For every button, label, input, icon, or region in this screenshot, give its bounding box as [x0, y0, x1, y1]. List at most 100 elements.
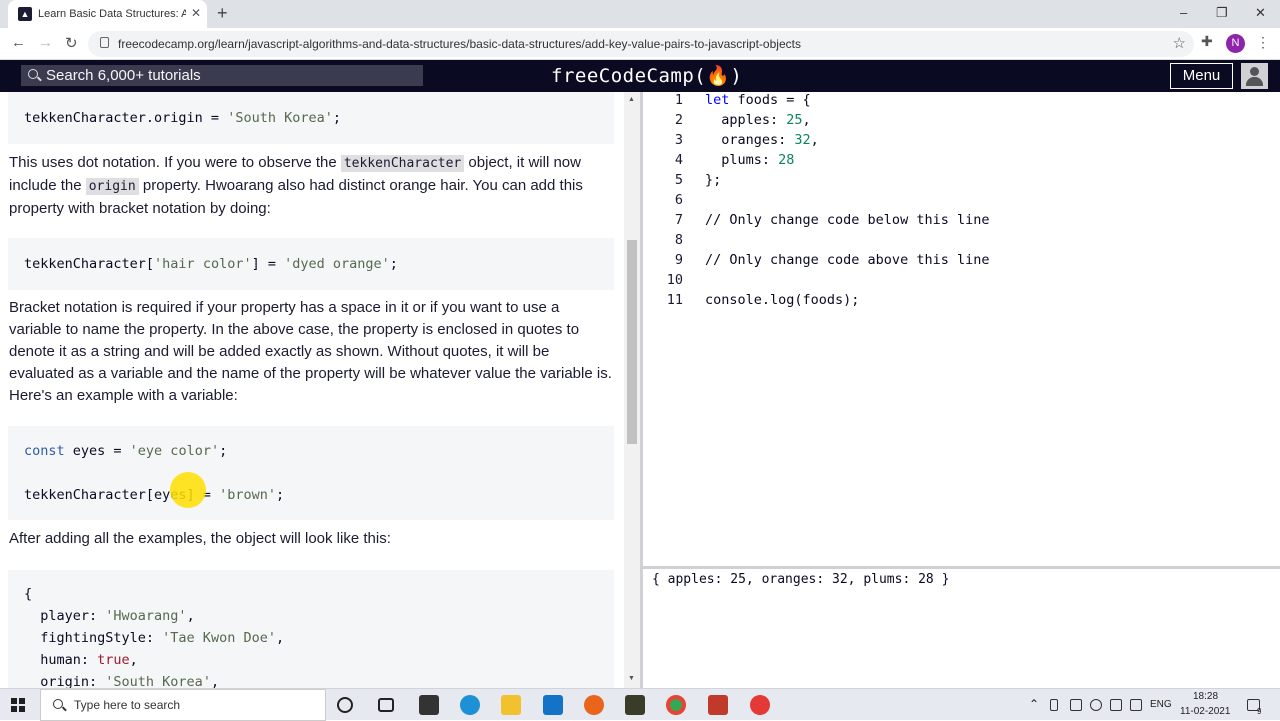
line-code[interactable]: apples: 25,	[705, 112, 810, 128]
code-line: tekkenCharacter.origin = 'South Korea';	[24, 110, 342, 126]
freecodecamp-favicon-icon: ▲	[18, 7, 32, 21]
volume-icon[interactable]	[1110, 699, 1122, 711]
profile-body-shape	[1246, 77, 1263, 86]
bookmark-star-icon[interactable]: ☆	[1173, 34, 1186, 52]
lesson-description-pane: tekkenCharacter.origin = 'South Korea'; …	[0, 92, 624, 688]
firefox-icon[interactable]	[584, 695, 604, 715]
windows-start-icon[interactable]	[11, 698, 25, 712]
line-number: 10	[666, 272, 683, 288]
back-arrow-icon[interactable]: ←	[11, 34, 26, 51]
windows-taskbar: Type here to search ⌃ ENG 18:28 11-02-20…	[0, 688, 1280, 721]
sticky-app-icon[interactable]	[625, 695, 645, 715]
edge-browser-icon[interactable]	[460, 695, 480, 715]
line-number: 1	[674, 92, 683, 108]
line-code[interactable]: // Only change code below this line	[705, 212, 989, 228]
text: This uses dot notation. If you were to o…	[9, 154, 341, 171]
clock-time[interactable]: 18:28	[1193, 691, 1218, 702]
code-block-bracket-notation: tekkenCharacter['hair color'] = 'dyed or…	[8, 238, 614, 290]
code-line: tekkenCharacter['hair color'] = 'dyed or…	[24, 256, 398, 272]
line-number: 7	[674, 212, 683, 228]
line-number: 3	[674, 132, 683, 148]
line-code[interactable]: oranges: 32,	[705, 132, 819, 148]
wifi-icon[interactable]	[1090, 699, 1102, 711]
user-profile-icon[interactable]	[1241, 63, 1268, 89]
line-number: 4	[674, 152, 683, 168]
browser-menu-icon[interactable]: ⋮	[1256, 34, 1270, 51]
cortana-icon[interactable]	[337, 697, 353, 713]
microphone-icon[interactable]	[1050, 699, 1058, 711]
code-block-final-object: { player: 'Hwoarang', fightingStyle: 'Ta…	[8, 570, 614, 688]
paragraph-final-object: After adding all the examples, the objec…	[9, 530, 391, 547]
code-line: human: true,	[24, 652, 138, 668]
line-number: 6	[674, 192, 683, 208]
browser-tab-strip: ▲ Learn Basic Data Structures: Add ✕ + –…	[0, 0, 1280, 28]
file-explorer-icon[interactable]	[501, 695, 521, 715]
fcc-navbar: Search 6,000+ tutorials freeCodeCamp(🔥) …	[0, 60, 1280, 92]
tutorial-search-input[interactable]: Search 6,000+ tutorials	[21, 65, 423, 86]
task-view-icon[interactable]	[378, 698, 394, 712]
recorder-app-icon[interactable]	[750, 695, 770, 715]
line-code[interactable]: console.log(foods);	[705, 292, 859, 308]
line-number: 9	[674, 252, 683, 268]
tool-app-icon[interactable]	[708, 695, 728, 715]
clock-date[interactable]: 11-02-2021	[1180, 706, 1230, 717]
mouse-cursor-highlight	[170, 472, 206, 508]
code-line: fightingStyle: 'Tae Kwon Doe',	[24, 630, 285, 646]
search-placeholder: Search 6,000+ tutorials	[46, 67, 201, 84]
code-line: const eyes = 'eye color';	[24, 443, 228, 459]
input-language[interactable]: ENG	[1150, 699, 1172, 710]
minimize-window-button[interactable]: –	[1180, 5, 1187, 20]
reload-icon[interactable]: ↻	[65, 34, 78, 52]
code-line: origin: 'South Korea',	[24, 674, 220, 688]
taskbar-search-box[interactable]: Type here to search	[40, 689, 326, 721]
taskbar-search-placeholder: Type here to search	[74, 698, 181, 712]
browser-profile-avatar[interactable]: N	[1226, 34, 1245, 53]
console-output-pane: { apples: 25, oranges: 32, plums: 28 }	[643, 569, 1280, 688]
address-bar[interactable]: freecodecamp.org/learn/javascript-algori…	[88, 31, 1194, 57]
inline-code: origin	[85, 178, 139, 195]
line-number: 5	[674, 172, 683, 188]
line-code[interactable]: let foods = {	[705, 92, 811, 108]
lesson-scrollbar[interactable]: ▲ ▼	[624, 92, 640, 688]
menu-button[interactable]: Menu	[1170, 63, 1233, 89]
freecodecamp-logo[interactable]: freeCodeCamp(🔥)	[551, 64, 742, 87]
line-code[interactable]: plums: 28	[705, 152, 794, 168]
extensions-puzzle-icon[interactable]: ✚	[1201, 33, 1213, 50]
store-icon[interactable]	[419, 695, 439, 715]
maximize-window-button[interactable]: ❐	[1216, 5, 1228, 21]
search-icon	[28, 69, 38, 79]
tray-chevron-icon[interactable]: ⌃	[1029, 697, 1039, 711]
code-line: player: 'Hwoarang',	[24, 608, 195, 624]
code-block-variable-example: const eyes = 'eye color'; tekkenCharacte…	[8, 426, 614, 520]
url-text[interactable]: freecodecamp.org/learn/javascript-algori…	[118, 37, 801, 51]
search-icon	[53, 699, 63, 709]
paragraph-dot-notation: This uses dot notation. If you were to o…	[9, 152, 614, 220]
new-tab-button[interactable]: +	[217, 3, 228, 24]
scroll-up-arrow-icon[interactable]: ▲	[628, 96, 635, 103]
paragraph-bracket-notation: Bracket notation is required if your pro…	[9, 299, 612, 404]
code-editor[interactable]: 1 let foods = { 2 apples: 25, 3 oranges: …	[643, 92, 1280, 566]
notification-count: 9	[1257, 707, 1262, 716]
battery-icon[interactable]	[1070, 699, 1082, 711]
browser-tab[interactable]: ▲ Learn Basic Data Structures: Add ✕	[8, 0, 207, 28]
inline-code: tekkenCharacter	[340, 155, 465, 172]
tab-title: Learn Basic Data Structures: Add	[38, 8, 186, 20]
line-code[interactable]: };	[705, 172, 721, 188]
mail-icon[interactable]	[543, 695, 563, 715]
scrollbar-thumb[interactable]	[627, 240, 637, 444]
line-number: 2	[674, 112, 683, 128]
close-tab-icon[interactable]: ✕	[191, 6, 201, 20]
chrome-icon[interactable]	[666, 695, 686, 715]
close-window-button[interactable]: ✕	[1255, 5, 1266, 21]
line-number: 11	[666, 292, 683, 308]
dropbox-icon[interactable]	[1130, 699, 1142, 711]
code-block-dot-notation: tekkenCharacter.origin = 'South Korea';	[8, 92, 614, 144]
forward-arrow-icon[interactable]: →	[38, 34, 53, 51]
line-number: 8	[674, 232, 683, 248]
code-line: {	[24, 586, 33, 602]
scroll-down-arrow-icon[interactable]: ▼	[628, 675, 635, 682]
lock-icon	[100, 37, 109, 48]
line-code[interactable]: // Only change code above this line	[705, 252, 989, 268]
browser-toolbar: ← → ↻ freecodecamp.org/learn/javascript-…	[0, 28, 1280, 60]
code-line: tekkenCharacter[eyes] = 'brown';	[24, 487, 285, 503]
